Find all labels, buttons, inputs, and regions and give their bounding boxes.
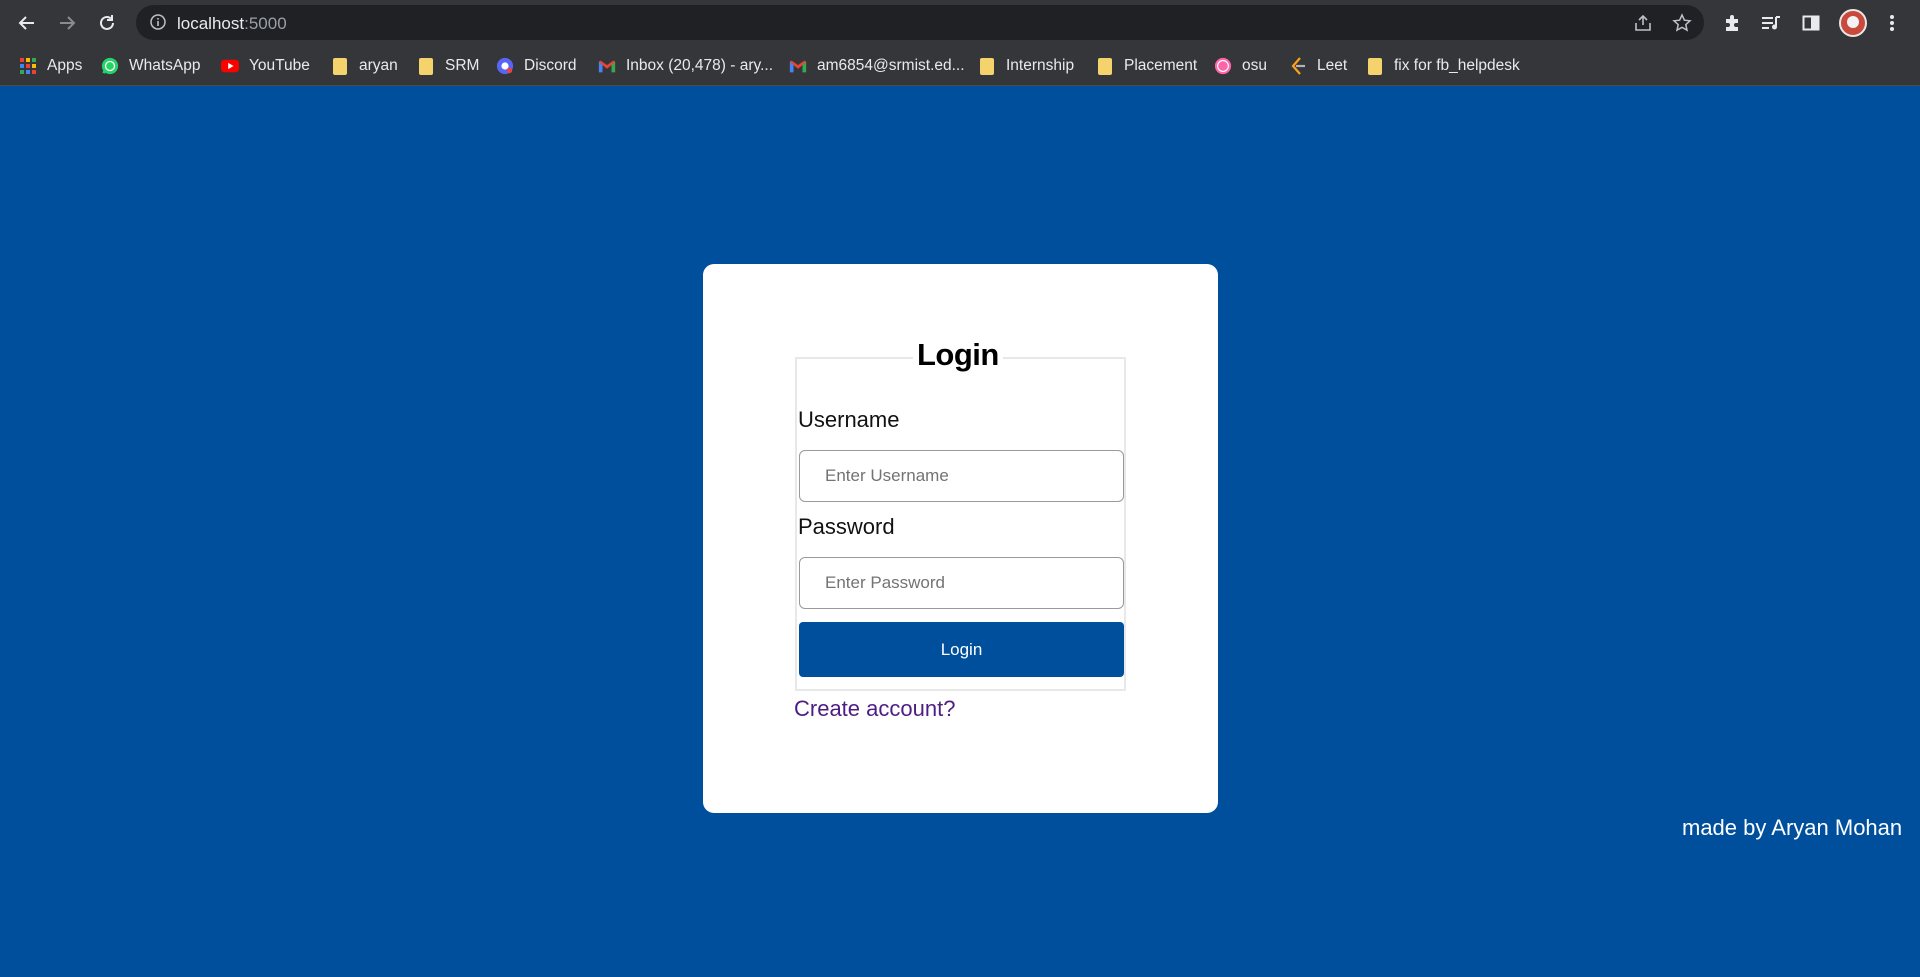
bookmark-inbox[interactable]: Inbox (20,478) - ary...	[598, 54, 773, 78]
bookmark-srm[interactable]: SRM	[417, 54, 479, 78]
login-title: Login	[913, 337, 1003, 373]
folder-icon	[417, 57, 435, 75]
leetcode-icon	[1289, 57, 1307, 75]
reload-icon[interactable]	[92, 8, 122, 38]
extensions-puzzle-icon[interactable]	[1719, 10, 1745, 36]
credit-text: made by Aryan Mohan	[1682, 815, 1903, 840]
folder-icon	[1366, 57, 1384, 75]
bookmark-srmist-mail[interactable]: am6854@srmist.ed...	[789, 54, 965, 78]
bookmark-label: fix for fb_helpdesk	[1394, 57, 1520, 74]
share-icon[interactable]	[1632, 12, 1654, 34]
gmail-icon	[789, 57, 807, 75]
bookmark-label: am6854@srmist.ed...	[817, 57, 965, 74]
side-panel-icon[interactable]	[1798, 10, 1824, 36]
bookmark-label: WhatsApp	[129, 57, 201, 74]
bookmark-star-icon[interactable]	[1671, 12, 1693, 34]
back-arrow-icon[interactable]	[12, 8, 42, 38]
password-input[interactable]	[799, 557, 1124, 609]
discord-icon	[496, 57, 514, 75]
bookmark-label: Discord	[524, 57, 577, 74]
login-form: Login Username Password Login	[795, 337, 1126, 691]
bookmark-label: YouTube	[249, 57, 310, 74]
bookmark-label: osu	[1242, 57, 1267, 74]
profile-avatar[interactable]	[1839, 9, 1867, 37]
bookmark-label: Leet	[1317, 57, 1348, 74]
username-input[interactable]	[799, 450, 1124, 502]
folder-icon	[1096, 57, 1114, 75]
bookmarks-bar: Apps WhatsApp YouTube aryan SRM Discord …	[0, 45, 1920, 86]
bookmark-whatsapp[interactable]: WhatsApp	[101, 54, 201, 78]
bookmark-discord[interactable]: Discord	[496, 54, 577, 78]
bookmark-osu[interactable]: osu	[1214, 54, 1267, 78]
apps-grid-icon	[19, 57, 37, 75]
bookmark-label: SRM	[445, 57, 480, 74]
bookmark-apps[interactable]: Apps	[19, 54, 82, 78]
username-label: Username	[798, 407, 900, 432]
bookmark-internship[interactable]: Internship	[978, 54, 1074, 78]
password-label: Password	[798, 514, 895, 539]
whatsapp-icon	[101, 57, 119, 75]
folder-icon	[331, 57, 349, 75]
folder-icon	[978, 57, 996, 75]
url-host: localhost	[177, 14, 245, 33]
create-account-link[interactable]: Create account?	[794, 696, 955, 722]
bookmark-leet[interactable]: Leet	[1289, 54, 1347, 78]
gmail-icon	[598, 57, 616, 75]
browser-toolbar: localhost:5000	[0, 0, 1920, 45]
address-bar[interactable]: localhost:5000	[136, 5, 1704, 40]
forward-arrow-icon[interactable]	[52, 8, 82, 38]
media-playlist-icon[interactable]	[1758, 10, 1784, 36]
site-info-icon[interactable]	[149, 13, 167, 36]
bookmark-placement[interactable]: Placement	[1096, 54, 1197, 78]
more-menu-icon[interactable]	[1879, 10, 1905, 36]
login-card: Login Username Password Login Create acc…	[703, 264, 1218, 813]
youtube-icon	[221, 57, 239, 75]
bookmark-label: Placement	[1124, 57, 1198, 74]
bookmark-label: aryan	[359, 57, 398, 74]
bookmark-fix-fb-helpdesk[interactable]: fix for fb_helpdesk	[1366, 54, 1520, 78]
bookmark-label: Apps	[47, 57, 83, 74]
login-button[interactable]: Login	[799, 622, 1124, 677]
bookmark-aryan[interactable]: aryan	[331, 54, 398, 78]
address-url: localhost:5000	[177, 14, 287, 34]
bookmark-label: Internship	[1006, 57, 1075, 74]
osu-icon	[1214, 57, 1232, 75]
bookmark-youtube[interactable]: YouTube	[221, 54, 310, 78]
url-port: :5000	[244, 14, 287, 33]
bookmark-label: Inbox (20,478) - ary...	[626, 57, 774, 74]
